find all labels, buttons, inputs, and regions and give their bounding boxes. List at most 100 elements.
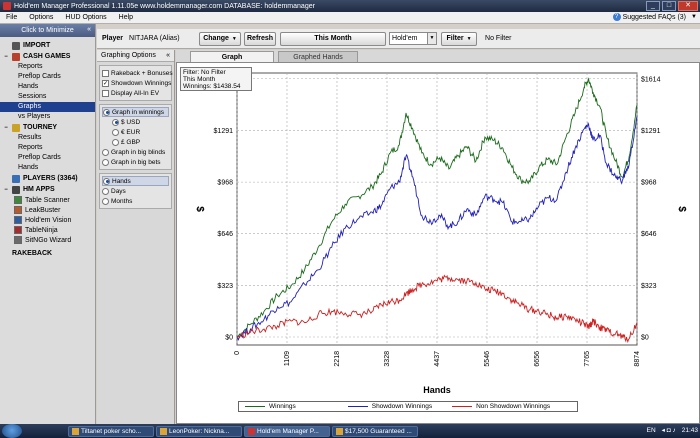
language-indicator[interactable]: EN <box>647 427 656 434</box>
sidebar-players-label: PLAYERS (3364) <box>23 175 78 182</box>
filter-info-box: Filter: No Filter This Month Winnings: $… <box>180 67 252 91</box>
legend-item-non-showdown: Non Showdown Winnings <box>446 403 556 410</box>
sidebar-tourney[interactable]: − TOURNEY <box>0 122 95 133</box>
graph-tabs: Graph Graphed Hands <box>176 50 700 62</box>
start-button[interactable] <box>2 424 22 438</box>
x-axis-hands-radio[interactable]: Hands <box>102 176 169 186</box>
checkbox-checked-icon: ✓ <box>102 79 109 87</box>
graph-panel: $0 $0 $323 $323 $646 $646 $968 $968 $1291 $1291 $1… <box>176 62 700 424</box>
menu-options[interactable]: Options <box>23 14 59 21</box>
sidebar-rakeback[interactable]: RAKEBACK <box>0 248 95 259</box>
sidebar-players[interactable]: PLAYERS (3364) <box>0 173 95 184</box>
checkbox-label: Display All-In EV <box>111 89 160 97</box>
sidebar-item-tourney-results[interactable]: Results <box>0 133 95 143</box>
sidebar-app-tableninja[interactable]: TableNinja <box>0 225 95 235</box>
display-all-in-ev-checkbox[interactable]: Display All-In EV <box>102 88 169 98</box>
radio-selected-icon <box>112 118 119 126</box>
tableninja-icon <box>14 226 22 234</box>
change-button[interactable]: Change ▼ <box>199 31 242 46</box>
currency-eur-radio[interactable]: € EUR <box>102 127 169 137</box>
minimize-sidebar-button[interactable]: Click to Minimize « <box>0 24 95 37</box>
radio-label: Months <box>111 197 133 205</box>
x-axis-months-radio[interactable]: Months <box>102 196 169 206</box>
legend-item-showdown: Showdown Winnings <box>342 403 438 410</box>
change-button-label: Change <box>203 35 229 42</box>
sidebar-item-tourney-preflop-cards[interactable]: Preflop Cards <box>0 153 95 163</box>
menu-help[interactable]: Help <box>113 14 139 21</box>
sidebar-cash-games[interactable]: − CASH GAMES <box>0 51 95 62</box>
sidebar-item-cash-hands[interactable]: Hands <box>0 82 95 92</box>
sidebar-import[interactable]: IMPORT <box>0 40 95 51</box>
sidebar-item-cash-preflop-cards[interactable]: Preflop Cards <box>0 72 95 82</box>
collapse-icon: − <box>4 186 8 193</box>
radio-label: Days <box>111 187 126 195</box>
x-axis-label: Hands <box>423 385 451 395</box>
sidebar-item-cash-graphs[interactable]: Graphs <box>0 102 95 112</box>
sidebar-app-sitngo-wizard[interactable]: SitNGo Wizard <box>0 235 95 245</box>
y-tick-label-right: $323 <box>641 283 657 290</box>
checkbox-icon <box>102 89 109 97</box>
taskbar-task[interactable]: $17,500 Guaranteed ... <box>332 425 418 437</box>
date-range-button[interactable]: This Month <box>280 31 387 46</box>
sidebar-app-label: Hold'em Vision <box>25 216 72 224</box>
refresh-button[interactable]: Refresh <box>244 31 277 46</box>
legend-swatch <box>452 406 473 407</box>
sidebar-app-leakbuster[interactable]: LeakBuster <box>0 205 95 215</box>
minimize-button[interactable]: _ <box>646 1 660 11</box>
taskbar-task-active[interactable]: Hold'em Manager P... <box>244 425 330 437</box>
close-button[interactable]: ✕ <box>678 1 698 11</box>
filter-info-line: Winnings: $1438.54 <box>183 83 241 90</box>
sidebar-item-cash-vs-players[interactable]: vs Players <box>0 112 95 122</box>
currency-usd-radio[interactable]: $ USD <box>102 117 169 127</box>
taskbar-task[interactable]: LeonPoker: Nickna... <box>156 425 242 437</box>
graph-in-big-bets-radio[interactable]: Graph in big bets <box>102 157 169 167</box>
display-options-group: Rakeback + Bonuses ✓ Showdown Winnings D… <box>99 65 173 101</box>
filter-button[interactable]: Filter ▼ <box>441 31 478 46</box>
y-tick-label-right: $1291 <box>641 128 661 135</box>
currency-gbp-radio[interactable]: £ GBP <box>102 137 169 147</box>
winnings-chart: $0 $0 $323 $323 $646 $646 $968 $968 $1291 $1291 $1… <box>194 72 687 395</box>
graph-in-big-blinds-radio[interactable]: Graph in big blinds <box>102 147 169 157</box>
y-tick-label-right: $646 <box>641 231 657 238</box>
sidebar-app-holdem-vision[interactable]: Hold'em Vision <box>0 215 95 225</box>
showdown-winnings-checkbox[interactable]: ✓ Showdown Winnings <box>102 78 171 88</box>
y-axis-options-group: Graph in winnings $ USD € EUR £ GBP Grap… <box>99 104 172 170</box>
menu-file[interactable]: File <box>0 14 23 21</box>
suggested-faqs[interactable]: ? Suggested FAQs (3) <box>612 13 686 21</box>
sidebar-hm-apps[interactable]: − HM APPS <box>0 184 95 195</box>
legend-label: Non Showdown Winnings <box>476 403 551 410</box>
sidebar-item-tourney-reports[interactable]: Reports <box>0 143 95 153</box>
apps-icon <box>12 185 20 194</box>
y-tick-label-right: $0 <box>641 335 649 342</box>
maximize-button[interactable]: □ <box>662 1 676 11</box>
sidebar-item-cash-reports[interactable]: Reports <box>0 62 95 72</box>
graphing-options-title: Graphing Options <box>101 52 156 59</box>
radio-label: $ USD <box>121 118 141 126</box>
x-tick-label: 2218 <box>334 351 341 367</box>
tab-graphed-hands[interactable]: Graphed Hands <box>278 51 358 62</box>
rakeback-bonuses-checkbox[interactable]: Rakeback + Bonuses <box>102 68 173 78</box>
radio-icon <box>102 158 109 166</box>
chevron-down-icon[interactable]: ▼ <box>691 14 697 20</box>
legend-swatch <box>347 406 368 407</box>
sidebar-item-cash-sessions[interactable]: Sessions <box>0 92 95 102</box>
taskbar-task[interactable]: Tiltanet poker scho... <box>68 425 154 437</box>
radio-label: Hands <box>112 177 131 185</box>
window-controls: _ □ ✕ <box>646 1 698 11</box>
x-axis-days-radio[interactable]: Days <box>102 186 169 196</box>
x-axis-options-group: Hands Days Months <box>99 173 172 209</box>
graph-in-winnings-radio[interactable]: Graph in winnings <box>102 107 169 117</box>
tab-graph[interactable]: Graph <box>190 51 274 62</box>
legend-label: Winnings <box>269 403 296 410</box>
sidebar-app-table-scanner[interactable]: Table Scanner <box>0 195 95 205</box>
collapse-panel-icon[interactable]: « <box>166 52 170 59</box>
title-bar: Hold'em Manager Professional 1.11.05e ww… <box>0 0 700 12</box>
tray-icons[interactable]: ◂ ◘ ♪ <box>662 426 676 434</box>
radio-icon <box>102 148 109 156</box>
game-type-select[interactable]: Hold'em ▼ <box>389 32 438 45</box>
task-icon <box>72 427 79 435</box>
sidebar-item-tourney-hands[interactable]: Hands <box>0 163 95 173</box>
menu-hud-options[interactable]: HUD Options <box>59 14 112 21</box>
help-icon: ? <box>612 13 621 21</box>
radio-icon <box>112 138 119 146</box>
